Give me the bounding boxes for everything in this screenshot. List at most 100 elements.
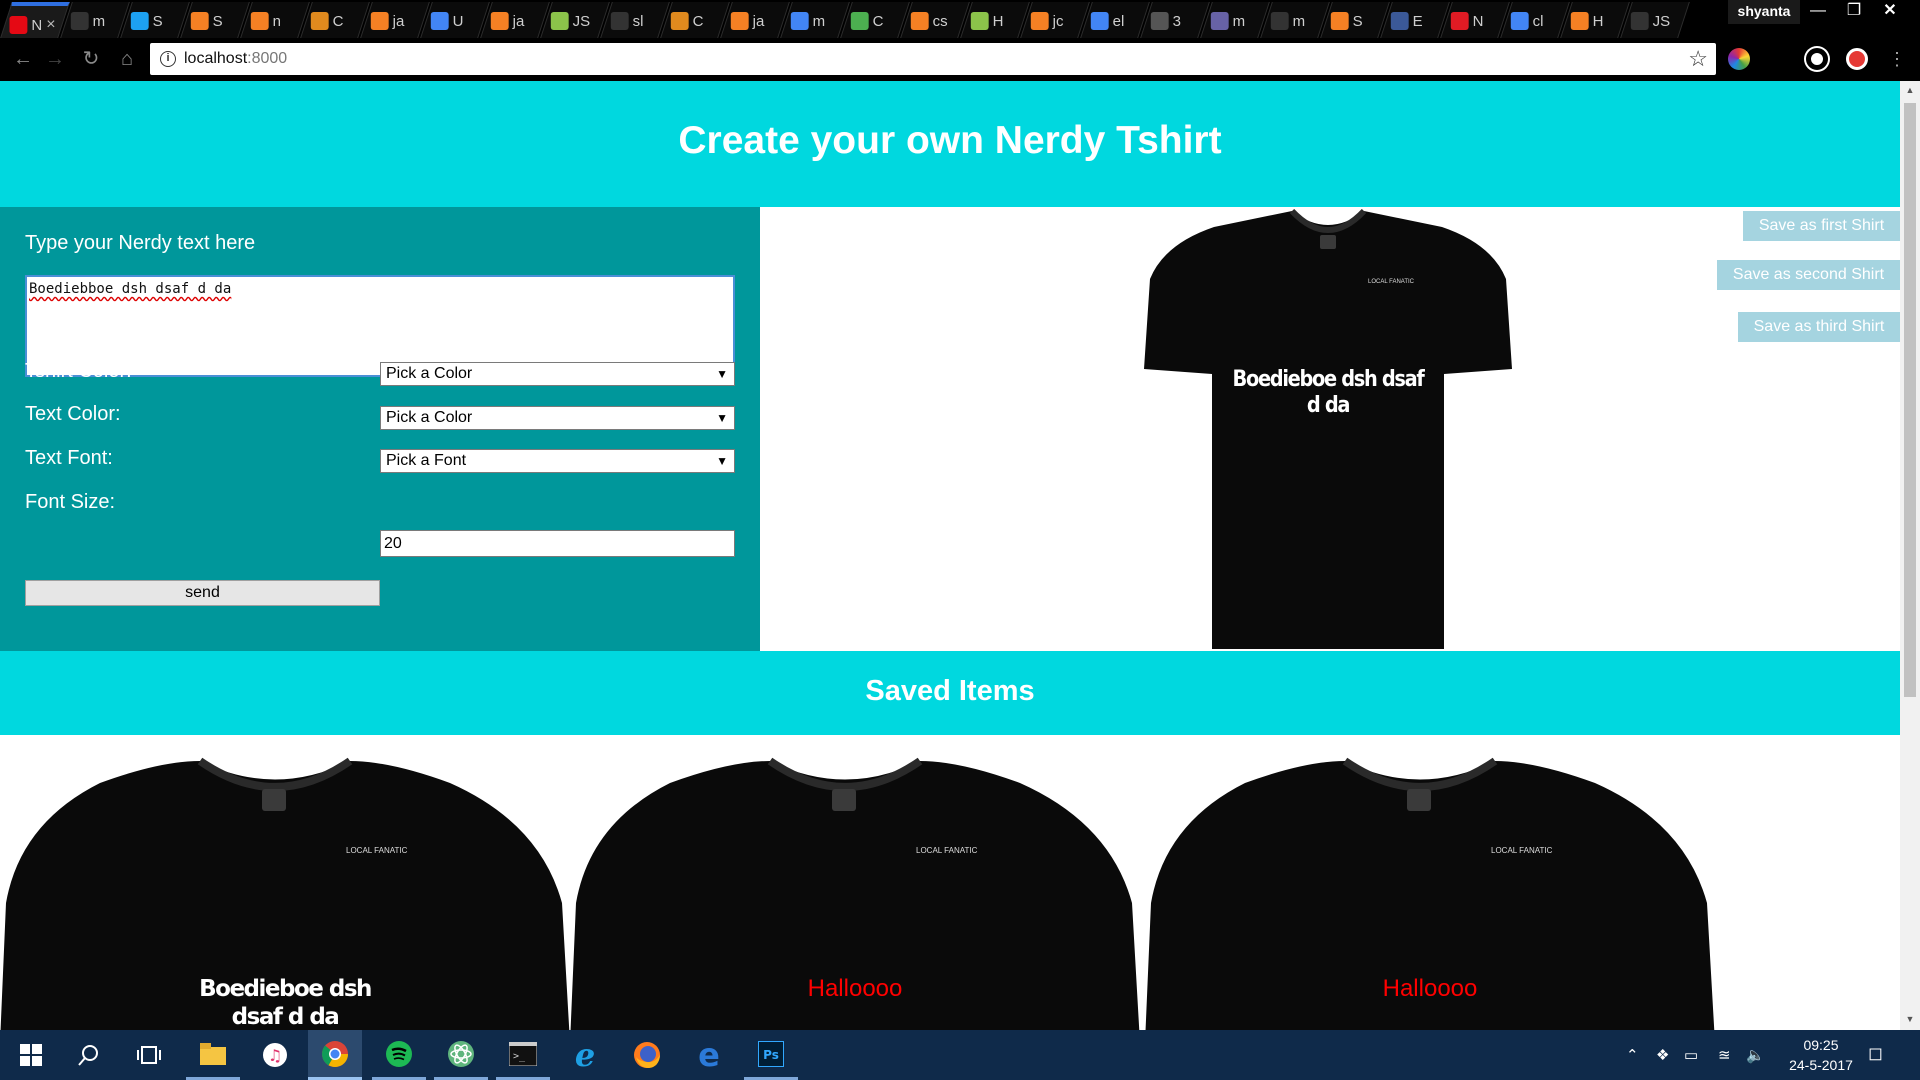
browser-tab-title: n — [272, 12, 282, 30]
url-text[interactable]: localhost:8000 — [184, 50, 287, 68]
browser-tab[interactable]: ja — [360, 2, 430, 38]
task-view-icon[interactable] — [122, 1030, 176, 1080]
spotify-icon[interactable] — [372, 1030, 426, 1080]
internet-explorer-icon[interactable]: e — [558, 1030, 612, 1080]
bookmark-star-icon[interactable]: ☆ — [1688, 46, 1708, 72]
browser-tab[interactable]: S — [1320, 2, 1390, 38]
battery-icon[interactable]: ▭ — [1684, 1046, 1698, 1064]
scrollbar-thumb[interactable] — [1904, 103, 1916, 697]
browser-tab-title: E — [1412, 12, 1423, 30]
save-first-shirt-button[interactable]: Save as first Shirt — [1743, 211, 1900, 241]
browser-tab[interactable]: C — [660, 2, 730, 38]
browser-tab[interactable]: n — [240, 2, 310, 38]
browser-tab[interactable]: H — [1560, 2, 1630, 38]
browser-tab[interactable]: U — [420, 2, 490, 38]
forward-icon[interactable]: → — [42, 46, 68, 72]
browser-tab[interactable]: S — [180, 2, 250, 38]
browser-tab[interactable]: E — [1380, 2, 1450, 38]
page-content: Create your own Nerdy Tshirt Type your N… — [0, 81, 1900, 1030]
photoshop-icon[interactable]: Ps — [744, 1030, 798, 1080]
chrome-icon[interactable] — [308, 1030, 362, 1080]
page-title: Create your own Nerdy Tshirt — [678, 119, 1222, 162]
volume-icon[interactable]: 🔈 — [1746, 1046, 1765, 1064]
send-button[interactable]: send — [25, 580, 380, 606]
adblock-extension-icon[interactable] — [1846, 48, 1868, 70]
restore-icon[interactable]: ❐ — [1836, 0, 1872, 24]
tab-close-icon[interactable]: × — [46, 16, 55, 34]
info-icon[interactable]: i — [160, 51, 176, 67]
home-icon[interactable]: ⌂ — [114, 46, 140, 72]
text-color-select[interactable]: Pick a Color ▼ — [380, 406, 735, 430]
browser-tab[interactable]: C — [300, 2, 370, 38]
github-icon — [1630, 12, 1649, 30]
close-window-icon[interactable]: ✕ — [1872, 0, 1908, 24]
browser-tab[interactable]: 3 — [1140, 2, 1210, 38]
github-icon — [70, 12, 89, 30]
browser-tab[interactable]: H — [960, 2, 1030, 38]
dropdown-arrow-icon: ▼ — [716, 454, 728, 468]
browser-tab[interactable]: cl — [1500, 2, 1570, 38]
notifications-icon[interactable]: ◻ — [1868, 1043, 1883, 1064]
browser-tab[interactable]: m — [60, 2, 130, 38]
browser-tab[interactable]: jc — [1020, 2, 1090, 38]
browser-tab[interactable]: ja — [720, 2, 790, 38]
browser-tab-content: m — [70, 10, 123, 32]
shirt-preview-text: Boedieboe dsh dsaf d da — [1198, 367, 1458, 419]
text-font-select[interactable]: Pick a Font ▼ — [380, 449, 735, 473]
stackoverflow-icon — [190, 12, 209, 30]
dropdown-arrow-icon: ▼ — [716, 411, 728, 425]
tshirt-color-select[interactable]: Pick a Color ▼ — [380, 362, 735, 386]
browser-tab[interactable]: m — [780, 2, 850, 38]
heroku-icon — [1210, 12, 1229, 30]
wifi-icon[interactable]: ≊ — [1718, 1046, 1731, 1064]
minimize-icon[interactable]: — — [1800, 0, 1836, 24]
browser-tab[interactable]: m — [1260, 2, 1330, 38]
address-bar[interactable]: i localhost:8000 ☆ — [150, 43, 1716, 75]
tray-chevron-icon[interactable]: ⌃ — [1626, 1046, 1639, 1064]
font-size-input[interactable]: 20 — [380, 530, 735, 557]
clock-time[interactable]: 09:25 — [1793, 1037, 1849, 1053]
terminal-icon[interactable]: >_ — [496, 1030, 550, 1080]
search-icon[interactable] — [62, 1030, 116, 1080]
browser-tab[interactable]: S — [120, 2, 190, 38]
browser-tab[interactable]: JS — [540, 2, 610, 38]
color-picker-extension-icon[interactable] — [1728, 48, 1750, 70]
dropbox-icon[interactable]: ❖ — [1656, 1046, 1669, 1064]
page-scrollbar[interactable]: ▲ ▼ — [1900, 81, 1920, 1030]
url-host: localhost — [184, 50, 248, 67]
file-explorer-icon[interactable] — [186, 1030, 240, 1080]
back-icon[interactable]: ← — [10, 46, 36, 72]
scroll-down-icon[interactable]: ▼ — [1904, 1014, 1916, 1026]
stackoverflow-icon — [1330, 12, 1349, 30]
browser-tab[interactable]: N × — [0, 2, 70, 38]
browser-tab[interactable]: el — [1080, 2, 1150, 38]
scroll-up-icon[interactable]: ▲ — [1904, 85, 1916, 97]
browser-tab[interactable]: N — [1440, 2, 1510, 38]
browser-tab-content: m — [1210, 10, 1263, 32]
saved-shirt-2: LOCAL FANATIC Halloooo — [570, 753, 1140, 1030]
edge-icon[interactable]: e — [682, 1030, 736, 1080]
clock-date[interactable]: 24-5-2017 — [1776, 1057, 1866, 1073]
saved-shirt-1-text: Boedieboe dsh dsaf d da — [160, 975, 410, 1030]
extension-circle-icon[interactable] — [1806, 48, 1828, 70]
font-size-label: Font Size: — [25, 491, 116, 513]
browser-tab[interactable]: JS — [1620, 2, 1690, 38]
save-second-shirt-button[interactable]: Save as second Shirt — [1717, 260, 1900, 290]
browser-tab-content: E — [1390, 10, 1443, 32]
itunes-icon[interactable]: ♫ — [248, 1030, 302, 1080]
profile-button[interactable]: shyanta — [1728, 0, 1800, 24]
browser-tab[interactable]: ja — [480, 2, 550, 38]
browser-tab-title: S — [1352, 12, 1363, 30]
windows-start-icon[interactable] — [4, 1030, 58, 1080]
browser-tab[interactable]: cs — [900, 2, 970, 38]
browser-tab[interactable]: C — [840, 2, 910, 38]
atom-icon[interactable] — [434, 1030, 488, 1080]
reload-icon[interactable]: ↻ — [78, 46, 104, 72]
browser-toolbar: ← → ↻ ⌂ i localhost:8000 ☆ ⋮ — [0, 38, 1920, 81]
dropdown-arrow-icon: ▼ — [716, 367, 728, 381]
save-third-shirt-button[interactable]: Save as third Shirt — [1738, 312, 1900, 342]
browser-tab[interactable]: m — [1200, 2, 1270, 38]
browser-tab[interactable]: sl — [600, 2, 670, 38]
menu-dots-icon[interactable]: ⋮ — [1884, 46, 1910, 72]
firefox-icon[interactable] — [620, 1030, 674, 1080]
